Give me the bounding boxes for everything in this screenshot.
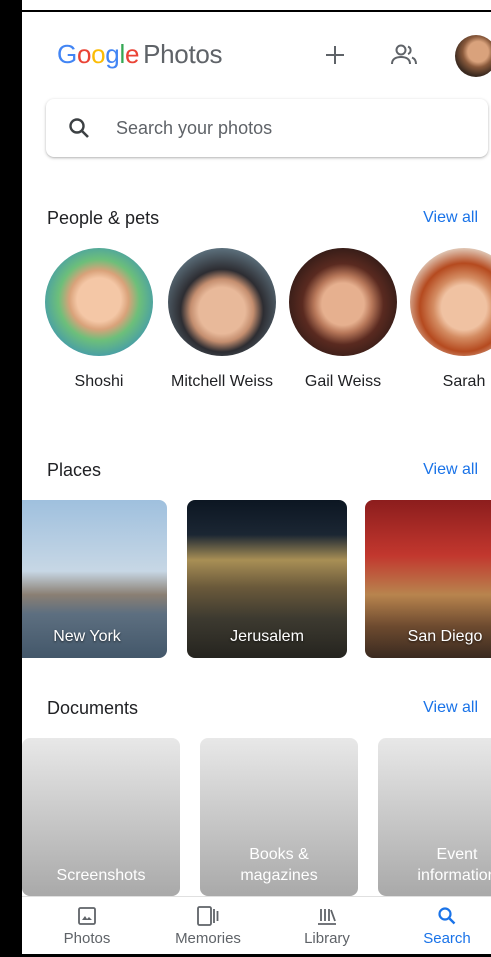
person-name: Gail Weiss bbox=[304, 373, 382, 390]
places-view-all-link[interactable]: View all bbox=[423, 461, 478, 479]
nav-label: Search bbox=[423, 930, 471, 947]
nav-label: Library bbox=[304, 930, 350, 947]
nav-label: Photos bbox=[63, 930, 111, 947]
memories-icon bbox=[197, 906, 219, 926]
google-photos-app: Google Photos Search your photos People &… bbox=[22, 12, 491, 954]
people-icon bbox=[391, 44, 417, 65]
person-sarah[interactable]: Sarah bbox=[409, 248, 491, 392]
account-avatar[interactable] bbox=[455, 35, 491, 77]
place-label: San Diego bbox=[407, 628, 483, 645]
nav-photos[interactable]: Photos bbox=[37, 897, 137, 954]
add-button[interactable] bbox=[317, 37, 353, 73]
documents-view-all-link[interactable]: View all bbox=[423, 699, 478, 717]
library-icon bbox=[318, 909, 336, 925]
place-label: Jerusalem bbox=[230, 628, 304, 645]
logo-google-text: Google bbox=[57, 39, 140, 69]
document-category-label: Screenshots bbox=[56, 867, 146, 884]
document-category-event-information[interactable]: Event information bbox=[378, 738, 491, 896]
logo-photos-text: Photos bbox=[143, 39, 223, 69]
search-icon bbox=[438, 907, 456, 925]
frame-left-border bbox=[0, 0, 22, 957]
search-bar[interactable]: Search your photos bbox=[46, 99, 488, 157]
nav-label: Memories bbox=[175, 930, 241, 947]
frame-top bbox=[0, 0, 491, 10]
plus-icon bbox=[326, 46, 344, 64]
bottom-navigation: Photos Memories Library Search bbox=[22, 896, 491, 954]
nav-library[interactable]: Library bbox=[277, 897, 377, 954]
person-name: Mitchell Weiss bbox=[171, 373, 273, 390]
search-icon bbox=[69, 118, 89, 138]
person-name: Shoshi bbox=[74, 373, 124, 390]
person-photo bbox=[289, 248, 397, 356]
person-name: Sarah bbox=[442, 373, 486, 390]
google-photos-logo: Google Photos bbox=[57, 39, 223, 70]
document-category-books-magazines[interactable]: Books & magazines bbox=[200, 738, 358, 896]
person-photo bbox=[410, 248, 491, 356]
sharing-button[interactable] bbox=[386, 37, 422, 73]
places-section-title: Places bbox=[47, 460, 102, 480]
person-shoshi[interactable]: Shoshi bbox=[44, 248, 154, 392]
search-placeholder: Search your photos bbox=[116, 118, 273, 138]
document-category-label: Event information bbox=[417, 846, 491, 884]
person-mitchell-weiss[interactable]: Mitchell Weiss bbox=[167, 248, 277, 392]
people-section-title: People & pets bbox=[47, 208, 160, 228]
document-category-screenshots[interactable]: Screenshots bbox=[22, 738, 180, 896]
person-photo bbox=[45, 248, 153, 356]
photo-icon bbox=[78, 907, 96, 925]
place-jerusalem[interactable]: Jerusalem bbox=[187, 500, 347, 658]
person-gail-weiss[interactable]: Gail Weiss bbox=[288, 248, 398, 392]
nav-search[interactable]: Search bbox=[397, 897, 491, 954]
documents-section-title: Documents bbox=[47, 698, 139, 718]
people-view-all-link[interactable]: View all bbox=[423, 209, 478, 227]
document-category-label: Books & magazines bbox=[240, 846, 318, 884]
place-label: New York bbox=[53, 628, 121, 645]
nav-memories[interactable]: Memories bbox=[158, 897, 258, 954]
place-new-york[interactable]: New York bbox=[22, 500, 167, 658]
person-photo bbox=[168, 248, 276, 356]
place-san-diego[interactable]: San Diego bbox=[365, 500, 491, 658]
